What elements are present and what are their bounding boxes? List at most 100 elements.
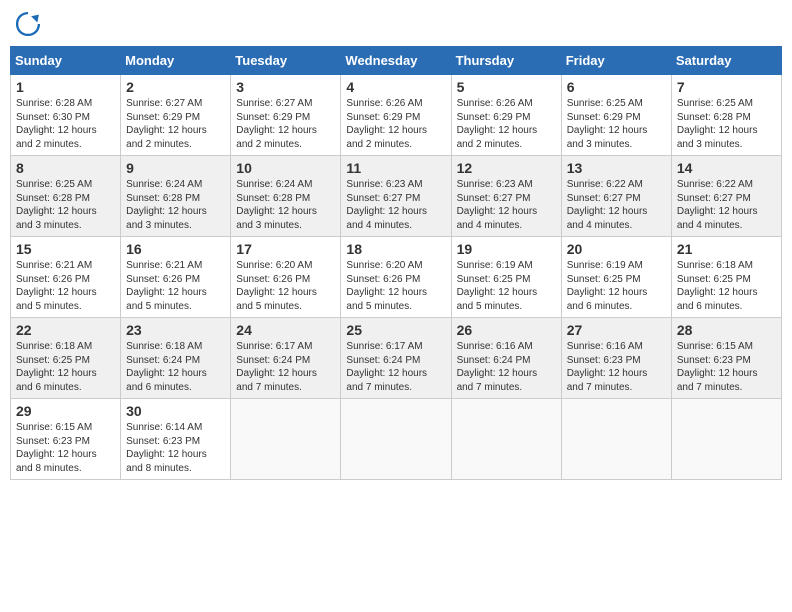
header-day-friday: Friday xyxy=(561,47,671,75)
calendar-cell: 6Sunrise: 6:25 AMSunset: 6:29 PMDaylight… xyxy=(561,75,671,156)
day-detail: Sunrise: 6:14 AMSunset: 6:23 PMDaylight:… xyxy=(126,421,225,475)
calendar-table: SundayMondayTuesdayWednesdayThursdayFrid… xyxy=(10,46,782,480)
day-number: 7 xyxy=(677,79,776,95)
calendar-cell: 23 Sunrise: 6:18 AMSunset: 6:24 PMDayligh… xyxy=(121,318,231,399)
day-number: 4 xyxy=(346,79,445,95)
calendar-cell: 9 Sunrise: 6:24 AMSunset: 6:28 PMDaylight… xyxy=(121,156,231,237)
day-detail: Sunrise: 6:16 AMSunset: 6:24 PMDaylight:… xyxy=(457,340,556,394)
day-number: 26 xyxy=(457,322,556,338)
day-number: 13 xyxy=(567,160,666,176)
day-number: 30 xyxy=(126,403,225,419)
day-detail: Sunrise: 6:25 AMSunset: 6:28 PMDaylight:… xyxy=(16,178,115,232)
day-detail: Sunrise: 6:22 AMSunset: 6:27 PMDaylight:… xyxy=(567,178,666,232)
calendar-cell: 20 Sunrise: 6:19 AMSunset: 6:25 PMDayligh… xyxy=(561,237,671,318)
day-detail: Sunrise: 6:15 AMSunset: 6:23 PMDaylight:… xyxy=(677,340,776,394)
header-day-monday: Monday xyxy=(121,47,231,75)
calendar-cell: 21 Sunrise: 6:18 AMSunset: 6:25 PMDayligh… xyxy=(671,237,781,318)
header-day-sunday: Sunday xyxy=(11,47,121,75)
day-number: 2 xyxy=(126,79,225,95)
day-number: 3 xyxy=(236,79,335,95)
day-number: 18 xyxy=(346,241,445,257)
day-detail: Sunrise: 6:21 AMSunset: 6:26 PMDaylight:… xyxy=(126,259,225,313)
calendar-cell: 7Sunrise: 6:25 AMSunset: 6:28 PMDaylight… xyxy=(671,75,781,156)
calendar-week-row: 15 Sunrise: 6:21 AMSunset: 6:26 PMDayligh… xyxy=(11,237,782,318)
day-number: 12 xyxy=(457,160,556,176)
logo xyxy=(14,10,46,38)
calendar-cell: 12 Sunrise: 6:23 AMSunset: 6:27 PMDayligh… xyxy=(451,156,561,237)
calendar-cell: 8 Sunrise: 6:25 AMSunset: 6:28 PMDaylight… xyxy=(11,156,121,237)
day-number: 17 xyxy=(236,241,335,257)
day-detail: Sunrise: 6:28 AMSunset: 6:30 PMDaylight:… xyxy=(16,97,115,151)
day-detail: Sunrise: 6:17 AMSunset: 6:24 PMDaylight:… xyxy=(236,340,335,394)
calendar-cell: 19Sunrise: 6:19 AMSunset: 6:25 PMDayligh… xyxy=(451,237,561,318)
calendar-cell: 22 Sunrise: 6:18 AMSunset: 6:25 PMDayligh… xyxy=(11,318,121,399)
day-number: 1 xyxy=(16,79,115,95)
calendar-week-row: 1 Sunrise: 6:28 AMSunset: 6:30 PMDaylight… xyxy=(11,75,782,156)
day-number: 21 xyxy=(677,241,776,257)
calendar-cell: 13 Sunrise: 6:22 AMSunset: 6:27 PMDayligh… xyxy=(561,156,671,237)
day-number: 24 xyxy=(236,322,335,338)
calendar-cell: 30 Sunrise: 6:14 AMSunset: 6:23 PMDayligh… xyxy=(121,399,231,480)
calendar-cell: 10 Sunrise: 6:24 AMSunset: 6:28 PMDayligh… xyxy=(231,156,341,237)
day-detail: Sunrise: 6:26 AMSunset: 6:29 PMDaylight:… xyxy=(346,97,445,151)
calendar-cell: 2 Sunrise: 6:27 AMSunset: 6:29 PMDaylight… xyxy=(121,75,231,156)
day-number: 11 xyxy=(346,160,445,176)
calendar-cell xyxy=(671,399,781,480)
calendar-cell: 1 Sunrise: 6:28 AMSunset: 6:30 PMDaylight… xyxy=(11,75,121,156)
day-number: 16 xyxy=(126,241,225,257)
day-detail: Sunrise: 6:19 AMSunset: 6:25 PMDaylight:… xyxy=(457,259,556,313)
day-number: 14 xyxy=(677,160,776,176)
day-detail: Sunrise: 6:15 AMSunset: 6:23 PMDaylight:… xyxy=(16,421,115,475)
calendar-cell: 27Sunrise: 6:16 AMSunset: 6:23 PMDayligh… xyxy=(561,318,671,399)
day-detail: Sunrise: 6:27 AMSunset: 6:29 PMDaylight:… xyxy=(126,97,225,151)
day-number: 8 xyxy=(16,160,115,176)
day-number: 10 xyxy=(236,160,335,176)
day-number: 9 xyxy=(126,160,225,176)
day-detail: Sunrise: 6:19 AMSunset: 6:25 PMDaylight:… xyxy=(567,259,666,313)
day-detail: Sunrise: 6:24 AMSunset: 6:28 PMDaylight:… xyxy=(236,178,335,232)
day-detail: Sunrise: 6:18 AMSunset: 6:25 PMDaylight:… xyxy=(16,340,115,394)
day-number: 25 xyxy=(346,322,445,338)
calendar-week-row: 29 Sunrise: 6:15 AMSunset: 6:23 PMDayligh… xyxy=(11,399,782,480)
calendar-cell: 26 Sunrise: 6:16 AMSunset: 6:24 PMDayligh… xyxy=(451,318,561,399)
day-number: 5 xyxy=(457,79,556,95)
calendar-cell: 15 Sunrise: 6:21 AMSunset: 6:26 PMDayligh… xyxy=(11,237,121,318)
day-number: 22 xyxy=(16,322,115,338)
header-day-thursday: Thursday xyxy=(451,47,561,75)
calendar-cell: 18Sunrise: 6:20 AMSunset: 6:26 PMDayligh… xyxy=(341,237,451,318)
day-detail: Sunrise: 6:16 AMSunset: 6:23 PMDaylight:… xyxy=(567,340,666,394)
day-number: 20 xyxy=(567,241,666,257)
calendar-cell: 25 Sunrise: 6:17 AMSunset: 6:24 PMDayligh… xyxy=(341,318,451,399)
day-detail: Sunrise: 6:26 AMSunset: 6:29 PMDaylight:… xyxy=(457,97,556,151)
day-number: 15 xyxy=(16,241,115,257)
day-detail: Sunrise: 6:23 AMSunset: 6:27 PMDaylight:… xyxy=(346,178,445,232)
calendar-cell: 5 Sunrise: 6:26 AMSunset: 6:29 PMDaylight… xyxy=(451,75,561,156)
calendar-cell xyxy=(451,399,561,480)
day-number: 23 xyxy=(126,322,225,338)
day-detail: Sunrise: 6:17 AMSunset: 6:24 PMDaylight:… xyxy=(346,340,445,394)
day-detail: Sunrise: 6:25 AMSunset: 6:29 PMDaylight:… xyxy=(567,97,666,151)
calendar-header-row: SundayMondayTuesdayWednesdayThursdayFrid… xyxy=(11,47,782,75)
day-number: 28 xyxy=(677,322,776,338)
calendar-week-row: 8 Sunrise: 6:25 AMSunset: 6:28 PMDaylight… xyxy=(11,156,782,237)
calendar-cell: 17 Sunrise: 6:20 AMSunset: 6:26 PMDayligh… xyxy=(231,237,341,318)
calendar-week-row: 22 Sunrise: 6:18 AMSunset: 6:25 PMDayligh… xyxy=(11,318,782,399)
day-detail: Sunrise: 6:18 AMSunset: 6:25 PMDaylight:… xyxy=(677,259,776,313)
day-detail: Sunrise: 6:21 AMSunset: 6:26 PMDaylight:… xyxy=(16,259,115,313)
header-day-tuesday: Tuesday xyxy=(231,47,341,75)
calendar-cell: 3Sunrise: 6:27 AMSunset: 6:29 PMDaylight… xyxy=(231,75,341,156)
calendar-cell xyxy=(341,399,451,480)
day-detail: Sunrise: 6:20 AMSunset: 6:26 PMDaylight:… xyxy=(236,259,335,313)
calendar-cell xyxy=(231,399,341,480)
calendar-cell: 24 Sunrise: 6:17 AMSunset: 6:24 PMDayligh… xyxy=(231,318,341,399)
day-detail: Sunrise: 6:24 AMSunset: 6:28 PMDaylight:… xyxy=(126,178,225,232)
calendar-cell: 28 Sunrise: 6:15 AMSunset: 6:23 PMDayligh… xyxy=(671,318,781,399)
calendar-cell: 16 Sunrise: 6:21 AMSunset: 6:26 PMDayligh… xyxy=(121,237,231,318)
header-day-wednesday: Wednesday xyxy=(341,47,451,75)
day-detail: Sunrise: 6:22 AMSunset: 6:27 PMDaylight:… xyxy=(677,178,776,232)
day-detail: Sunrise: 6:18 AMSunset: 6:24 PMDaylight:… xyxy=(126,340,225,394)
calendar-cell: 14 Sunrise: 6:22 AMSunset: 6:27 PMDayligh… xyxy=(671,156,781,237)
day-number: 29 xyxy=(16,403,115,419)
day-detail: Sunrise: 6:23 AMSunset: 6:27 PMDaylight:… xyxy=(457,178,556,232)
calendar-cell xyxy=(561,399,671,480)
